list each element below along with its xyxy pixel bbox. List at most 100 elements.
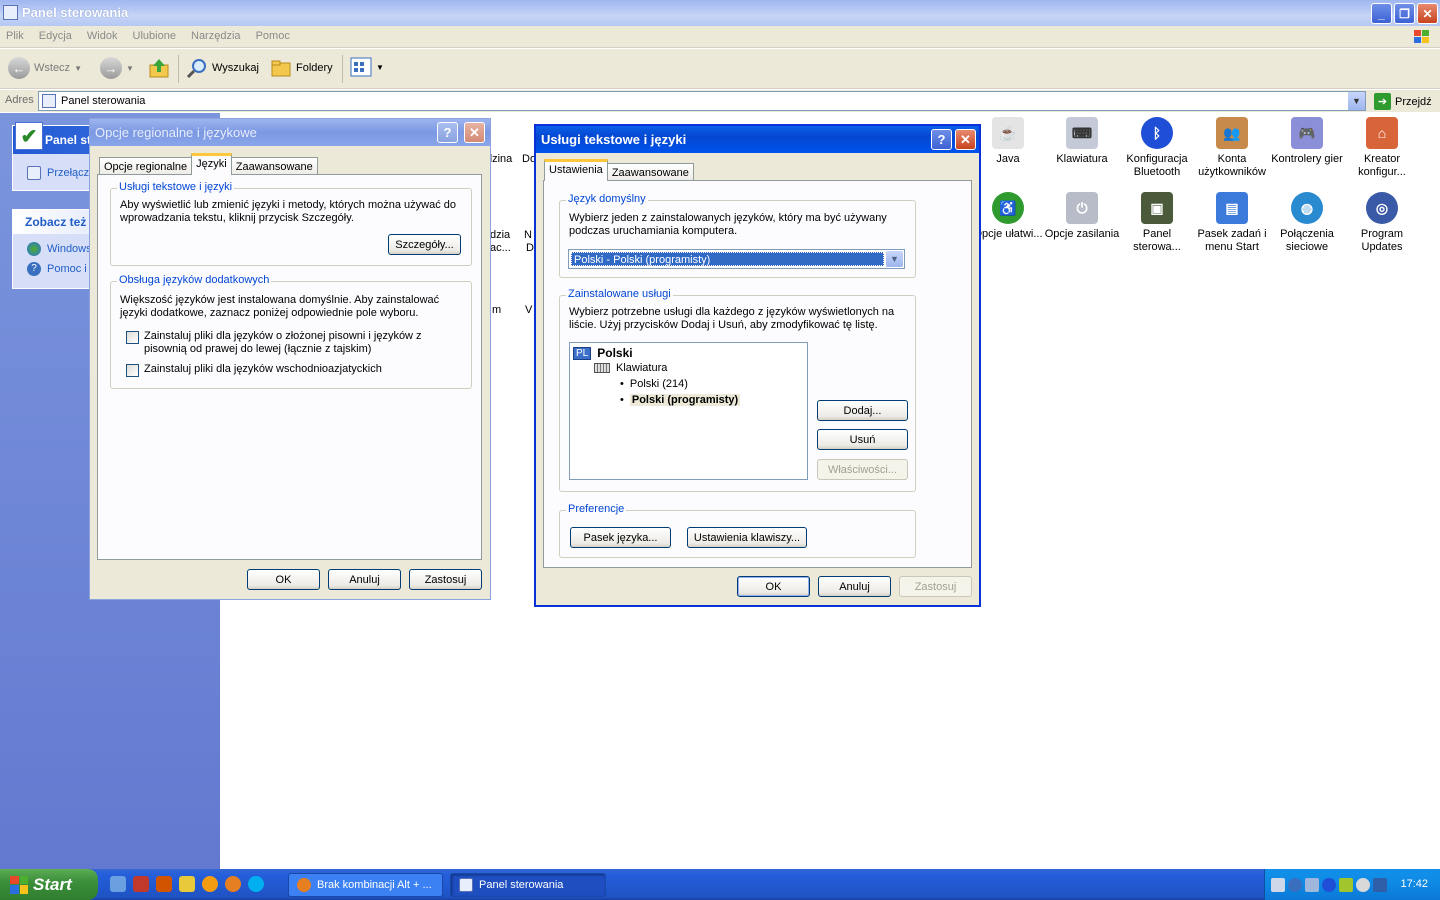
taskbar-button-firefox[interactable]: Brak kombinacji Alt + ... bbox=[288, 873, 443, 897]
go-label: Przejdź bbox=[1395, 95, 1432, 108]
show-desktop-icon[interactable] bbox=[110, 876, 126, 892]
ok-button[interactable]: OK bbox=[737, 576, 810, 597]
default-language-group: Język domyślny Wybierz jeden z zainstalo… bbox=[559, 193, 916, 278]
language-bar-button[interactable]: Pasek języka... bbox=[570, 527, 671, 548]
app-tray-icon[interactable] bbox=[1356, 877, 1370, 892]
tree-keyboard-node[interactable]: Klawiatura bbox=[594, 362, 667, 374]
menu-view[interactable]: Widok bbox=[81, 26, 124, 42]
tab-languages[interactable]: Języki bbox=[191, 153, 232, 175]
apply-button[interactable]: Zastosuj bbox=[899, 576, 972, 597]
bluetooth-item[interactable]: ᛒ Konfiguracja Bluetooth bbox=[1119, 117, 1195, 179]
close-button[interactable]: ✕ bbox=[464, 122, 485, 143]
nvidia-panel-item[interactable]: ▣ Panel sterowa... bbox=[1119, 192, 1195, 254]
help-button[interactable]: ? bbox=[437, 122, 458, 143]
text-services-dialog: Usługi tekstowe i języki ? ✕ Ustawienia … bbox=[534, 124, 981, 607]
program-updates-icon: ◎ bbox=[1366, 192, 1398, 224]
default-language-select[interactable]: Polski - Polski (programisty) ▼ bbox=[568, 249, 905, 269]
control-panel-icon bbox=[3, 5, 18, 20]
forward-arrow-icon: → bbox=[100, 57, 122, 79]
address-input[interactable]: Panel sterowania ▼ bbox=[38, 91, 1366, 111]
tree-language-node[interactable]: PL Polski bbox=[573, 346, 633, 360]
text-services-group: Usługi tekstowe i języki Aby wyświetlić … bbox=[110, 181, 472, 266]
ok-button[interactable]: OK bbox=[247, 569, 320, 590]
quick-launch bbox=[110, 876, 264, 892]
installed-services-tree[interactable]: PL Polski Klawiatura • Polski (214) • Po… bbox=[569, 342, 808, 480]
taskbar-icon: ▤ bbox=[1216, 192, 1248, 224]
tree-item-polski-214[interactable]: • Polski (214) bbox=[620, 378, 688, 390]
taskbar-button-control-panel[interactable]: Panel sterowania bbox=[450, 873, 606, 897]
folders-icon bbox=[271, 60, 291, 77]
start-label: Start bbox=[33, 874, 72, 894]
minimize-button[interactable]: _ bbox=[1371, 3, 1392, 24]
app-launcher-icon[interactable] bbox=[179, 876, 195, 892]
accessibility-item[interactable]: ♿ Opcje ułatwi... bbox=[970, 192, 1046, 241]
chevron-down-icon[interactable]: ▼ bbox=[886, 251, 903, 267]
main-title-bar[interactable]: Panel sterowania _ ❐ ✕ bbox=[0, 0, 1440, 26]
menu-file[interactable]: Plik bbox=[0, 26, 30, 42]
power-options-item[interactable]: ⏻ Opcje zasilania bbox=[1044, 192, 1120, 241]
text-services-title-bar[interactable]: Usługi tekstowe i języki ? ✕ bbox=[536, 126, 979, 153]
skype-icon[interactable] bbox=[248, 876, 264, 892]
menu-favorites[interactable]: Ulubione bbox=[127, 26, 182, 42]
add-button[interactable]: Dodaj... bbox=[817, 400, 908, 421]
up-folder-button[interactable] bbox=[148, 57, 170, 79]
user-accounts-item[interactable]: 👥 Konta użytkowników bbox=[1194, 117, 1270, 179]
regional-dialog-title-bar[interactable]: Opcje regionalne i językowe ? ✕ bbox=[90, 119, 490, 146]
tree-item-polski-programisty[interactable]: • Polski (programisty) bbox=[620, 394, 741, 406]
network-tray-icon[interactable] bbox=[1305, 877, 1319, 892]
menu-tools[interactable]: Narzędzia bbox=[185, 26, 247, 42]
keyboard-item[interactable]: ⌨ Klawiatura bbox=[1044, 117, 1120, 166]
app-launcher-icon[interactable] bbox=[133, 876, 149, 892]
east-asian-checkbox[interactable]: Zainstaluj pliki dla języków wschodnioaz… bbox=[126, 363, 466, 377]
folders-button[interactable]: Foldery bbox=[270, 57, 333, 79]
help-button[interactable]: ? bbox=[931, 129, 952, 150]
tab-advanced[interactable]: Zaawansowane bbox=[606, 163, 694, 181]
bluetooth-tray-icon[interactable] bbox=[1322, 877, 1336, 892]
java-item[interactable]: ☕ Java bbox=[970, 117, 1046, 166]
tab-regional-options[interactable]: Opcje regionalne bbox=[99, 157, 193, 175]
help-link[interactable]: ? Pomoc i bbox=[27, 262, 87, 276]
close-button[interactable]: ✕ bbox=[955, 129, 976, 150]
checkmark-icon: ✔ bbox=[15, 122, 43, 150]
apply-button[interactable]: Zastosuj bbox=[409, 569, 482, 590]
close-button[interactable]: ✕ bbox=[1417, 3, 1438, 24]
properties-button[interactable]: Właściwości... bbox=[817, 459, 908, 480]
search-button[interactable]: Wyszukaj bbox=[186, 57, 259, 79]
search-label: Wyszukaj bbox=[212, 62, 259, 74]
hidden-icon-label: dzia bbox=[490, 229, 511, 241]
taskbar-start-item[interactable]: ▤ Pasek zadań i menu Start bbox=[1194, 192, 1270, 254]
security-shield-icon[interactable] bbox=[1373, 877, 1387, 892]
keyboard-tray-icon[interactable] bbox=[1271, 877, 1285, 892]
forward-button[interactable]: → ▼ bbox=[100, 57, 134, 79]
details-button[interactable]: Szczegóły... bbox=[388, 234, 461, 255]
views-button[interactable]: ▼ bbox=[350, 57, 384, 77]
app-launcher-icon[interactable] bbox=[156, 876, 172, 892]
complex-script-checkbox[interactable]: Zainstaluj pliki dla języków o złożonej … bbox=[126, 330, 466, 356]
go-button[interactable]: ➔ Przejdź bbox=[1374, 93, 1432, 110]
switch-view-link[interactable]: Przełącz bbox=[27, 166, 89, 180]
app-tray-icon[interactable] bbox=[1339, 877, 1353, 892]
cancel-button[interactable]: Anuluj bbox=[818, 576, 891, 597]
maximize-button[interactable]: ❐ bbox=[1394, 3, 1415, 24]
remove-button[interactable]: Usuń bbox=[817, 429, 908, 450]
clock[interactable]: 17:42 bbox=[1400, 878, 1428, 890]
cancel-button[interactable]: Anuluj bbox=[328, 569, 401, 590]
firefox-icon[interactable] bbox=[225, 876, 241, 892]
tab-advanced[interactable]: Zaawansowane bbox=[230, 157, 318, 175]
network-connections-item[interactable]: ◍ Połączenia sieciowe bbox=[1269, 192, 1345, 254]
network-wizard-item[interactable]: ⌂ Kreator konfigur... bbox=[1344, 117, 1420, 179]
start-button[interactable]: Start bbox=[0, 869, 98, 900]
back-button[interactable]: ← Wstecz ▼ bbox=[8, 57, 82, 79]
switch-view-icon bbox=[27, 166, 41, 180]
text-services-description: Aby wyświetlić lub zmienić języki i meto… bbox=[120, 199, 457, 224]
menu-help[interactable]: Pomoc bbox=[250, 26, 296, 42]
tab-settings[interactable]: Ustawienia bbox=[544, 159, 608, 181]
app-launcher-icon[interactable] bbox=[202, 876, 218, 892]
game-controllers-item[interactable]: 🎮 Kontrolery gier bbox=[1269, 117, 1345, 166]
chevron-left-icon[interactable] bbox=[1288, 877, 1302, 892]
windows-update-link[interactable]: Windows bbox=[27, 242, 92, 256]
program-updates-item[interactable]: ◎ Program Updates bbox=[1344, 192, 1420, 254]
menu-edit[interactable]: Edycja bbox=[33, 26, 78, 42]
key-settings-button[interactable]: Ustawienia klawiszy... bbox=[687, 527, 807, 548]
address-dropdown-button[interactable]: ▼ bbox=[1348, 92, 1365, 110]
